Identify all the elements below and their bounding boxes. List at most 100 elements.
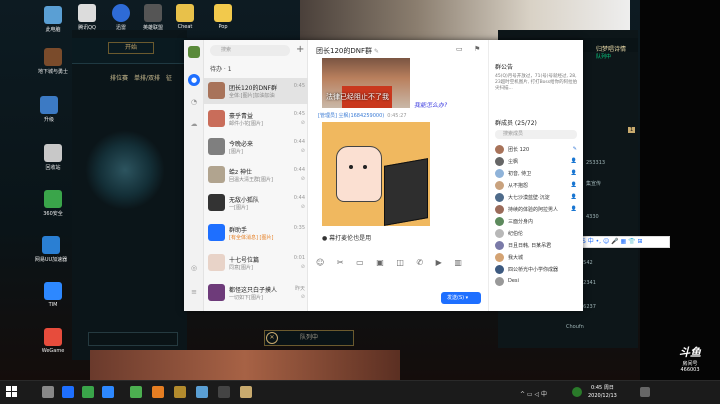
friend-entry[interactable]: 集宣传 — [586, 180, 601, 187]
friend-entry[interactable]: Choufn — [566, 324, 584, 330]
conversation-name: 今晚必来 — [229, 141, 254, 148]
taskbar-app-icon[interactable] — [130, 386, 142, 398]
cancel-queue-button[interactable]: ✕ — [266, 332, 278, 344]
notice-text: 45(Q)月号开放过，71(号)号就经过, 28, 23超时空机图片, 打打Bo… — [495, 74, 578, 91]
member-item[interactable]: 持续的体验的阿拉男人 👤 — [495, 204, 579, 216]
tray-app-icon[interactable] — [572, 387, 582, 397]
conversation-preview: [有全体消息] [图片] — [229, 235, 274, 241]
chat-image-cat[interactable] — [322, 122, 430, 226]
input-toolbar[interactable]: ☺ ✂ ▭ ▣ ◫ ✆ ▶ ▥ — [316, 258, 486, 267]
conversation-name: 无敌小狐队 — [229, 197, 260, 204]
mini-app-icon[interactable]: ◎ — [188, 262, 200, 274]
mute-icon: ⊘ — [300, 176, 305, 182]
member-name: 大七沙漠蓝壁·沉淀 — [508, 195, 550, 201]
member-item[interactable]: 我大城 — [495, 252, 579, 264]
member-name: 初音, 侍卫 — [508, 171, 532, 177]
taskbar-app-icon[interactable] — [82, 386, 94, 398]
conversation-item[interactable]: 今晚必来 [图片] 0:44 ⊘ — [204, 134, 308, 160]
member-item[interactable]: 从不抱怨 👤 — [495, 180, 579, 192]
edit-icon[interactable]: ✎ — [374, 48, 379, 55]
conversation-item[interactable]: 都怪这只白子摸人 一切如下[图片] 昨天 ⊘ — [204, 280, 308, 306]
desktop-icon-recycle-bin[interactable]: 回收站 — [36, 144, 70, 171]
member-item[interactable]: 三面分身内 — [495, 216, 579, 228]
member-item[interactable]: 团长 120 ✎ — [495, 144, 579, 156]
conversation-item[interactable]: 团长120的DNF群 全体:[图片]加油加油 0:45 — [204, 78, 308, 104]
conversation-name: 蛤z 神仕 — [229, 169, 253, 176]
taskbar-app-icon[interactable] — [196, 386, 208, 398]
member-item[interactable]: Desi — [495, 276, 579, 288]
message-icon[interactable]: ● — [188, 74, 200, 86]
member-search-input[interactable]: 搜索成员 — [495, 130, 577, 139]
todo-item[interactable]: 待办 · 1 — [210, 64, 232, 73]
desktop-icon-label: 回收站 — [45, 165, 61, 171]
sender-tag: [管理员] 尘枫(1684259000) 0:45:27 — [318, 112, 407, 119]
desktop-icon-wegame[interactable]: WeGame — [36, 328, 70, 354]
desktop-icon-qq[interactable]: 腾讯QQ — [70, 4, 104, 31]
conversation-time: 0:01 — [293, 255, 305, 261]
bottom-art — [90, 350, 400, 380]
desktop-icon-360[interactable]: 360安全 — [36, 190, 70, 217]
game-nav-item[interactable]: 排位赛 — [110, 75, 128, 82]
member-item[interactable]: 纪伯伦 — [495, 228, 579, 240]
conversation-item[interactable]: 豪乎青益 邮件小花[图片] 0:45 ⊘ — [204, 106, 308, 132]
start-button[interactable] — [6, 386, 18, 398]
game-nav-item[interactable]: 征 — [166, 75, 172, 82]
member-item[interactable]: 大七沙漠蓝壁·沉淀 👤 — [495, 192, 579, 204]
game-nav-item[interactable]: 单排/双排 — [134, 75, 160, 82]
desktop-icon-label: 迅雷 — [115, 25, 126, 31]
desktop-icon-uu[interactable]: 网易UU加速器 — [34, 236, 68, 263]
notification-icon[interactable] — [640, 387, 650, 397]
add-button[interactable]: + — [296, 44, 304, 55]
conversation-time: 0:44 — [293, 195, 305, 201]
right-black-strip — [640, 0, 720, 380]
chat-image-meme[interactable]: 法律已经阻止不了我 — [322, 58, 410, 108]
sender-name[interactable]: [管理员] 尘枫(1684259000) — [318, 113, 384, 119]
desktop-icon-upgrade[interactable]: 升级 — [32, 96, 66, 123]
game-chat-box[interactable] — [88, 332, 178, 346]
douyu-logo: 斗鱼 — [679, 346, 701, 359]
desktop-icon-dnf[interactable]: 地下城与勇士 — [36, 48, 70, 75]
clock-time: 0:45 周日 — [591, 385, 614, 391]
avatar[interactable] — [188, 46, 200, 58]
member-item[interactable]: 四公桥光中小学你成器 — [495, 264, 579, 276]
search-input[interactable]: 搜索 — [210, 45, 290, 56]
member-name: Desi — [508, 278, 519, 284]
member-item[interactable]: 尘枫 👤 — [495, 156, 579, 168]
member-item[interactable]: 初音, 侍卫 👤 — [495, 168, 579, 180]
taskbar-app-icon[interactable] — [152, 386, 164, 398]
taskbar-app-icon[interactable] — [62, 386, 74, 398]
taskbar-app-icon[interactable] — [218, 386, 230, 398]
friend-entry[interactable]: 4330 — [586, 214, 599, 220]
desktop-icon-xunlei[interactable]: 迅雷 — [104, 4, 138, 31]
contacts-icon[interactable]: ◔ — [188, 96, 200, 108]
desktop-icon-label: 地下城与勇士 — [37, 69, 68, 75]
conversation-item[interactable]: 蛤z 神仕 回温大清王群[图片] 0:44 ⊘ — [204, 162, 308, 188]
member-item[interactable]: 日且日韩, 日某吊君 — [495, 240, 579, 252]
menu-icon[interactable]: ≡ — [188, 286, 200, 298]
send-button[interactable]: 发送(S) ▾ — [441, 292, 481, 304]
system-tray[interactable]: ^ ▭ ◁ 中 — [520, 389, 547, 398]
conversation-time: 0:35 — [293, 225, 305, 231]
taskbar-app-icon[interactable] — [240, 386, 252, 398]
game-play-tab[interactable]: 开始 — [108, 42, 154, 54]
mute-icon: ⊘ — [300, 294, 305, 300]
desktop-icon-pop[interactable]: Pop — [206, 4, 240, 30]
friend-entry[interactable]: 253313 — [586, 160, 605, 166]
cloud-icon[interactable]: ☁ — [188, 118, 200, 130]
clock[interactable]: 0:45 周日 2020/12/13 — [588, 384, 617, 400]
members-title: 群成员 (25/72) — [495, 120, 537, 127]
taskbar-app-icon[interactable] — [174, 386, 186, 398]
taskbar-app-icon[interactable] — [42, 386, 54, 398]
desktop-icon-cheat[interactable]: Cheat — [168, 4, 202, 30]
taskbar-app-icon[interactable] — [102, 386, 114, 398]
ime-toolbar[interactable]: S 中 •, ☺ 🎤 ▦ 👕 ⊞ — [578, 236, 670, 248]
desktop-icon-lol[interactable]: 英雄联盟 — [136, 4, 170, 31]
conversation-preview: 同意[图片] — [229, 265, 253, 271]
notice-title[interactable]: 群公告 — [495, 62, 513, 71]
desktop-icon-tim[interactable]: TIM — [36, 282, 70, 308]
desktop-icon-this-pc[interactable]: 此电脑 — [36, 6, 70, 33]
conversation-item[interactable]: 无敌小狐队 一[图片] 0:44 ⊘ — [204, 190, 308, 216]
conversation-item[interactable]: 十七号位篇 同意[图片] 0:01 ⊘ — [204, 250, 308, 276]
conversation-item[interactable]: 群助手 [有全体消息] [图片] 0:35 — [204, 220, 308, 246]
taskbar: ^ ▭ ◁ 中 0:45 周日 2020/12/13 — [0, 380, 720, 404]
